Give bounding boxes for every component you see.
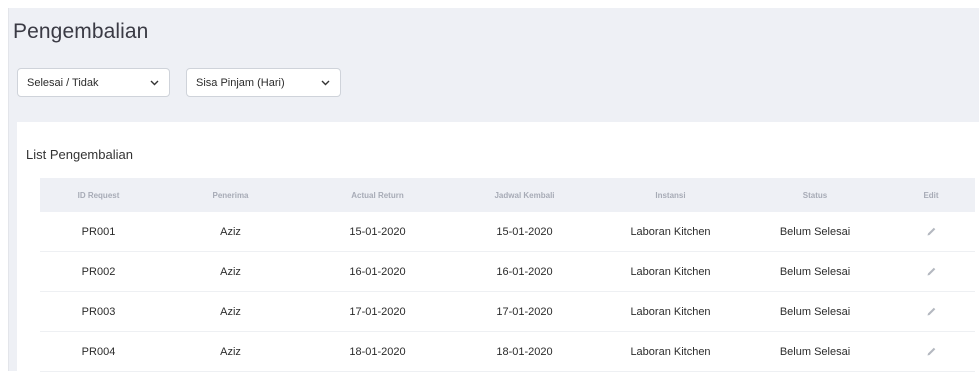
column-header-penerima[interactable]: Penerima [157, 191, 304, 200]
cell-status: Belum Selesai [779, 225, 851, 238]
cell-id-request: PR002 [81, 265, 116, 278]
page-title: Pengembalian [13, 20, 149, 43]
table-header-row: ID Request Penerima Actual Return Jadwal… [40, 178, 975, 212]
pengembalian-table: ID Request Penerima Actual Return Jadwal… [40, 178, 975, 372]
cell-actual-return: 15-01-2020 [349, 225, 406, 238]
cell-id-request: PR003 [81, 305, 116, 318]
edit-button[interactable] [887, 306, 975, 317]
column-header-edit: Edit [923, 190, 939, 200]
column-header-status[interactable]: Status [743, 191, 887, 200]
cell-instansi: Laboran Kitchen [630, 305, 711, 318]
cell-status: Belum Selesai [779, 305, 851, 318]
pencil-icon [927, 227, 935, 236]
cell-jadwal-kembali: 16-01-2020 [496, 265, 553, 278]
app-container: Pengembalian Selesai / Tidak Sisa Pinjam… [8, 8, 979, 372]
table-row: PR001 Aziz 15-01-2020 15-01-2020 Laboran… [40, 212, 975, 252]
table-row: PR004 Aziz 18-01-2020 18-01-2020 Laboran… [40, 332, 975, 372]
edit-button[interactable] [887, 226, 975, 237]
cell-penerima: Aziz [220, 305, 241, 318]
chevron-down-icon [319, 77, 331, 89]
status-filter-select[interactable]: Selesai / Tidak [17, 68, 170, 97]
cell-penerima: Aziz [220, 265, 241, 278]
cell-instansi: Laboran Kitchen [630, 225, 711, 238]
cell-instansi: Laboran Kitchen [630, 265, 711, 278]
edit-button[interactable] [887, 346, 975, 357]
cell-penerima: Aziz [220, 225, 241, 238]
cell-id-request: PR004 [81, 345, 116, 358]
sisa-pinjam-filter-select[interactable]: Sisa Pinjam (Hari) [186, 68, 341, 97]
cell-actual-return: 17-01-2020 [349, 305, 406, 318]
column-header-jadwal-kembali[interactable]: Jadwal Kembali [451, 191, 598, 200]
table-row: PR003 Aziz 17-01-2020 17-01-2020 Laboran… [40, 292, 975, 332]
cell-status: Belum Selesai [779, 345, 851, 358]
table-row: PR002 Aziz 16-01-2020 16-01-2020 Laboran… [40, 252, 975, 292]
pencil-icon [927, 307, 935, 316]
cell-actual-return: 18-01-2020 [349, 345, 406, 358]
pengembalian-list-card: List Pengembalian ID Request Penerima Ac… [17, 122, 979, 372]
sisa-pinjam-filter-value: Sisa Pinjam (Hari) [196, 76, 285, 89]
cell-instansi: Laboran Kitchen [630, 345, 711, 358]
column-header-instansi[interactable]: Instansi [598, 191, 743, 200]
cell-id-request: PR001 [81, 225, 116, 238]
cell-jadwal-kembali: 15-01-2020 [496, 225, 553, 238]
cell-status: Belum Selesai [779, 265, 851, 278]
column-header-actual-return[interactable]: Actual Return [304, 191, 451, 200]
cell-jadwal-kembali: 18-01-2020 [496, 345, 553, 358]
pencil-icon [927, 267, 935, 276]
pencil-icon [927, 347, 935, 356]
chevron-down-icon [148, 77, 160, 89]
column-header-id-request[interactable]: ID Request [40, 191, 157, 200]
cell-actual-return: 16-01-2020 [349, 265, 406, 278]
edit-button[interactable] [887, 266, 975, 277]
cell-jadwal-kembali: 17-01-2020 [496, 305, 553, 318]
cell-penerima: Aziz [220, 345, 241, 358]
status-filter-value: Selesai / Tidak [27, 76, 99, 89]
card-title: List Pengembalian [26, 147, 133, 162]
